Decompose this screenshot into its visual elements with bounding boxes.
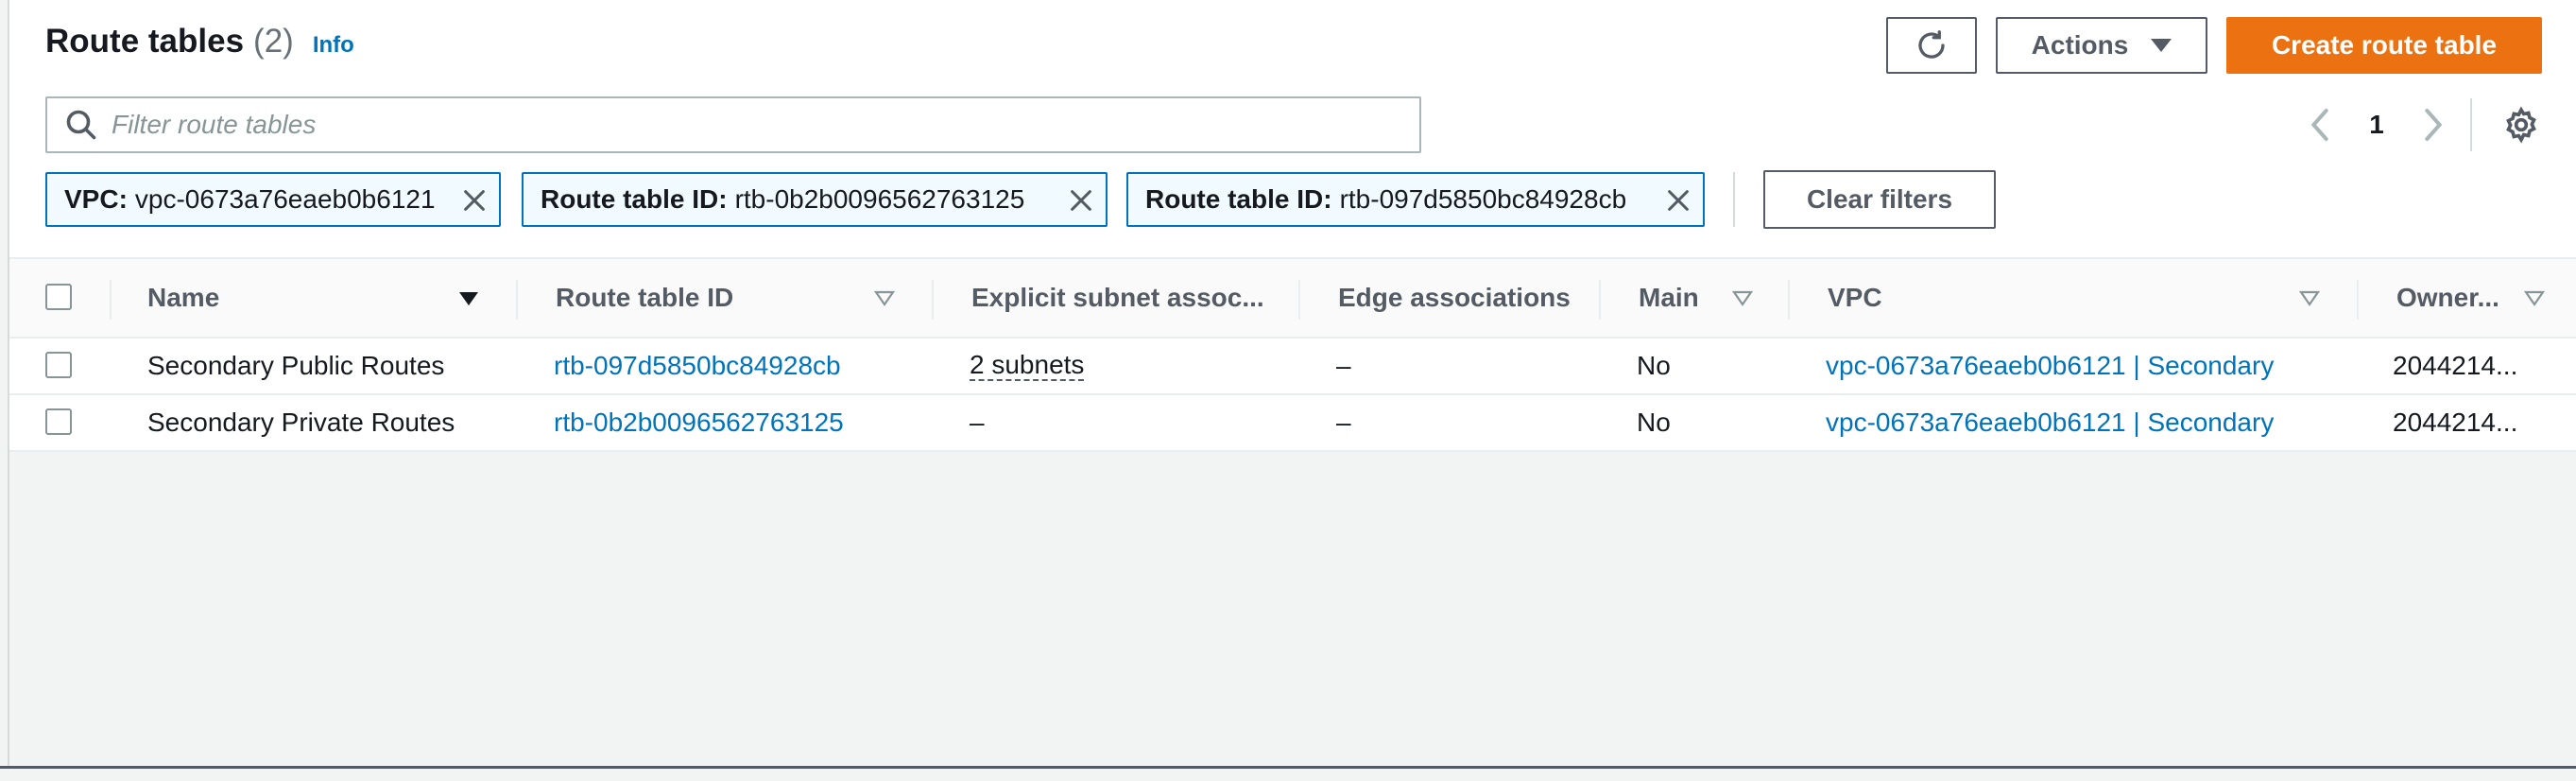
column-divider	[1788, 280, 1790, 320]
refresh-button[interactable]	[1886, 17, 1977, 74]
filter-divider	[1733, 172, 1735, 227]
pager-divider	[2470, 98, 2472, 151]
info-link[interactable]: Info	[313, 32, 354, 59]
column-divider	[1298, 280, 1300, 320]
column-header-main[interactable]: Main	[1639, 259, 1733, 337]
row-checkbox[interactable]	[45, 408, 72, 435]
actions-label: Actions	[2031, 30, 2129, 60]
filter-token-key: VPC:	[64, 184, 128, 214]
column-divider	[932, 280, 934, 320]
sort-descending-icon[interactable]	[457, 287, 480, 310]
select-all-checkbox[interactable]	[45, 284, 72, 310]
cell-name: Secondary Private Routes	[147, 408, 455, 437]
cell-owner: 2044214...	[2393, 351, 2518, 380]
create-route-table-label: Create route table	[2271, 30, 2498, 60]
cell-name: Secondary Public Routes	[147, 351, 445, 380]
filter-token-key: Route table ID:	[1145, 184, 1332, 214]
bottom-divider	[0, 766, 2576, 769]
row-checkbox[interactable]	[45, 352, 72, 378]
column-divider	[516, 280, 518, 320]
filter-route-tables-input[interactable]	[112, 110, 1340, 140]
chevron-right-icon[interactable]	[2419, 106, 2447, 144]
table-row[interactable]: Secondary Public Routes rtb-097d5850bc84…	[9, 338, 2576, 395]
cell-explicit-subnet: –	[970, 408, 985, 437]
route-table-count: (2)	[253, 23, 294, 60]
filter-token-route-table-id: Route table ID: rtb-097d5850bc84928cb	[1126, 172, 1705, 227]
column-header-vpc[interactable]: VPC	[1828, 259, 2111, 337]
cell-route-table-id-link[interactable]: rtb-097d5850bc84928cb	[554, 338, 913, 393]
search-icon	[66, 110, 96, 140]
chevron-left-icon[interactable]	[2306, 106, 2334, 144]
sort-icon[interactable]	[2523, 287, 2546, 310]
column-divider	[2357, 280, 2359, 320]
column-divider	[110, 280, 112, 320]
settings-gear-icon[interactable]	[2502, 106, 2540, 144]
page-title: Route tables	[45, 23, 245, 60]
create-route-table-button[interactable]: Create route table	[2226, 17, 2542, 74]
filter-search-box[interactable]	[45, 96, 1421, 153]
actions-dropdown-button[interactable]: Actions	[1996, 17, 2207, 74]
sort-icon[interactable]	[1731, 287, 1754, 310]
column-header-explicit-subnet[interactable]: Explicit subnet assoc...	[971, 259, 1283, 337]
sort-icon[interactable]	[2298, 287, 2321, 310]
filter-token-value: rtb-097d5850bc84928cb	[1339, 184, 1627, 214]
column-header-name[interactable]: Name	[147, 259, 431, 337]
filter-token-vpc: VPC: vpc-0673a76eaeb0b6121	[45, 172, 501, 227]
clear-filters-button[interactable]: Clear filters	[1763, 170, 1996, 229]
column-header-edge-associations[interactable]: Edge associations	[1338, 259, 1622, 337]
cell-edge-associations: –	[1336, 351, 1351, 380]
table-row[interactable]: Secondary Private Routes rtb-0b2b0096562…	[9, 395, 2576, 452]
sort-icon[interactable]	[873, 287, 896, 310]
filter-token-value: vpc-0673a76eaeb0b6121	[134, 184, 436, 214]
close-icon[interactable]	[461, 187, 488, 214]
cell-owner: 2044214...	[2393, 408, 2518, 437]
caret-down-icon	[2151, 39, 2172, 52]
close-icon[interactable]	[1665, 187, 1692, 214]
cell-main: No	[1637, 408, 1671, 437]
filter-token-key: Route table ID:	[541, 184, 728, 214]
table-header-row: Name Route table ID Explicit subnet asso…	[9, 257, 2576, 338]
close-icon[interactable]	[1068, 187, 1094, 214]
column-header-route-table-id[interactable]: Route table ID	[556, 259, 839, 337]
route-tables-table: Name Route table ID Explicit subnet asso…	[9, 257, 2576, 452]
refresh-icon	[1918, 30, 1945, 59]
cell-edge-associations: –	[1336, 408, 1351, 437]
title-row: Route tables (2) Info	[45, 23, 354, 61]
current-page-number[interactable]: 1	[2362, 106, 2391, 144]
cell-vpc-link[interactable]: vpc-0673a76eaeb0b6121 | Secondary	[1826, 395, 2345, 450]
filter-token-route-table-id: Route table ID: rtb-0b2b0096562763125	[522, 172, 1108, 227]
cell-vpc-link[interactable]: vpc-0673a76eaeb0b6121 | Secondary	[1826, 338, 2345, 393]
cell-route-table-id-link[interactable]: rtb-0b2b0096562763125	[554, 395, 913, 450]
cell-explicit-subnet-popover[interactable]: 2 subnets	[970, 351, 1085, 381]
column-header-owner[interactable]: Owner...	[2396, 259, 2538, 337]
cell-main: No	[1637, 351, 1671, 380]
route-tables-panel: Route tables (2) Info Actions Create rou…	[0, 0, 2576, 769]
filter-token-value: rtb-0b2b0096562763125	[734, 184, 1025, 214]
column-divider	[1599, 280, 1601, 320]
